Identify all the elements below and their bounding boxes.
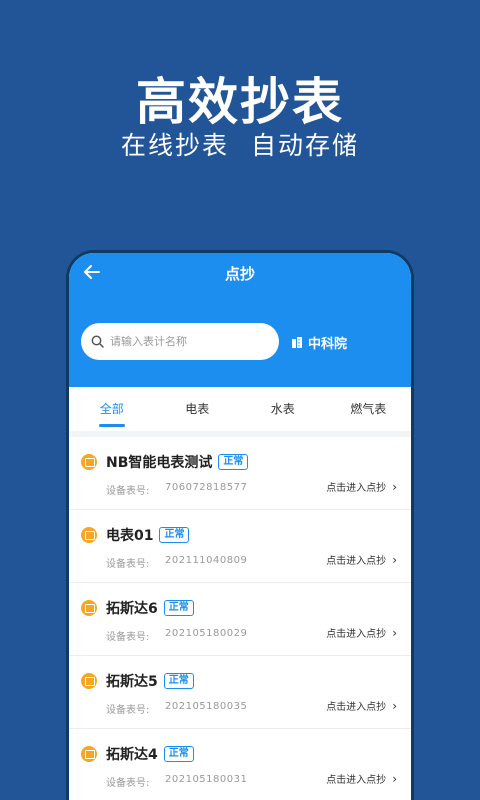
meter-name-text: NB智能电表测试 <box>106 455 213 471</box>
org-label: 中科院 <box>308 337 348 352</box>
meter-name: NB智能电表测试 正常 <box>106 452 249 472</box>
promo-headline: 高效抄表 <box>136 73 344 131</box>
list-item[interactable]: 拓斯达6 正常 设备表号: 202105180029 点击进入点抄 › <box>69 583 411 656</box>
enter-label: 点击进入点抄 <box>326 556 387 567</box>
meter-icon <box>81 454 97 470</box>
list-item[interactable]: 电表01 正常 设备表号: 202111040809 点击进入点抄 › <box>69 510 411 583</box>
list-item[interactable]: 拓斯达5 正常 设备表号: 202105180035 点击进入点抄 › <box>69 656 411 729</box>
enter-reading-link[interactable]: 点击进入点抄 › <box>326 698 397 714</box>
chevron-right-icon: › <box>392 698 397 713</box>
top-bar: 点抄 中科院 <box>69 253 411 387</box>
enter-label: 点击进入点抄 <box>326 629 387 640</box>
code-label: 设备表号: <box>106 778 150 789</box>
chevron-right-icon: › <box>392 625 397 640</box>
list-item[interactable]: NB智能电表测试 正常 设备表号: 706072818577 点击进入点抄 › <box>69 437 411 510</box>
meter-icon <box>81 673 97 689</box>
meter-type-tabs: 全部 电表 水表 燃气表 <box>69 387 411 431</box>
meter-code: 202111040809 <box>165 555 248 566</box>
enter-label: 点击进入点抄 <box>326 702 387 713</box>
status-badge: 正常 <box>218 454 249 470</box>
meter-name-text: 拓斯达4 <box>106 747 158 763</box>
promo-subline: 在线抄表 自动存储 <box>121 131 359 160</box>
enter-reading-link[interactable]: 点击进入点抄 › <box>326 771 397 787</box>
meter-code: 202105180029 <box>165 628 248 639</box>
meter-name: 拓斯达6 正常 <box>106 598 194 618</box>
chevron-right-icon: › <box>392 771 397 786</box>
phone-frame: 点抄 中科院 全部 电表 水表 燃气表 <box>66 250 414 800</box>
meter-name: 电表01 正常 <box>106 525 190 545</box>
page-title: 点抄 <box>224 265 255 283</box>
enter-reading-link[interactable]: 点击进入点抄 › <box>326 552 397 568</box>
meter-name-text: 拓斯达5 <box>106 674 158 690</box>
tab-gas[interactable]: 燃气表 <box>326 387 412 431</box>
enter-reading-link[interactable]: 点击进入点抄 › <box>326 625 397 641</box>
chevron-right-icon: › <box>392 479 397 494</box>
enter-label: 点击进入点抄 <box>326 483 387 494</box>
meter-code: 202105180031 <box>165 774 248 785</box>
building-icon <box>292 337 302 348</box>
code-label: 设备表号: <box>106 486 150 497</box>
code-label: 设备表号: <box>106 632 150 643</box>
tab-all[interactable]: 全部 <box>69 387 155 431</box>
org-selector[interactable]: 中科院 <box>291 333 347 352</box>
status-badge: 正常 <box>163 600 194 616</box>
status-badge: 正常 <box>163 746 194 762</box>
search-box[interactable] <box>81 323 279 360</box>
tab-water[interactable]: 水表 <box>240 387 326 431</box>
tab-electric[interactable]: 电表 <box>155 387 241 431</box>
meter-list: NB智能电表测试 正常 设备表号: 706072818577 点击进入点抄 › … <box>69 437 411 800</box>
meter-icon <box>81 527 97 543</box>
meter-icon <box>81 600 97 616</box>
enter-reading-link[interactable]: 点击进入点抄 › <box>326 479 397 495</box>
enter-label: 点击进入点抄 <box>326 775 387 786</box>
meter-name: 拓斯达5 正常 <box>106 671 194 691</box>
search-input[interactable] <box>110 335 260 348</box>
meter-icon <box>81 746 97 762</box>
status-badge: 正常 <box>159 527 190 543</box>
code-label: 设备表号: <box>106 559 150 570</box>
status-badge: 正常 <box>163 673 194 689</box>
meter-name-text: 电表01 <box>106 528 154 544</box>
chevron-right-icon: › <box>392 552 397 567</box>
code-label: 设备表号: <box>106 705 150 716</box>
meter-code: 202105180035 <box>165 701 248 712</box>
meter-name: 拓斯达4 正常 <box>106 744 194 764</box>
search-icon <box>91 335 104 348</box>
meter-code: 706072818577 <box>165 482 248 493</box>
list-item[interactable]: 拓斯达4 正常 设备表号: 202105180031 点击进入点抄 › <box>69 729 411 800</box>
meter-name-text: 拓斯达6 <box>106 601 158 617</box>
